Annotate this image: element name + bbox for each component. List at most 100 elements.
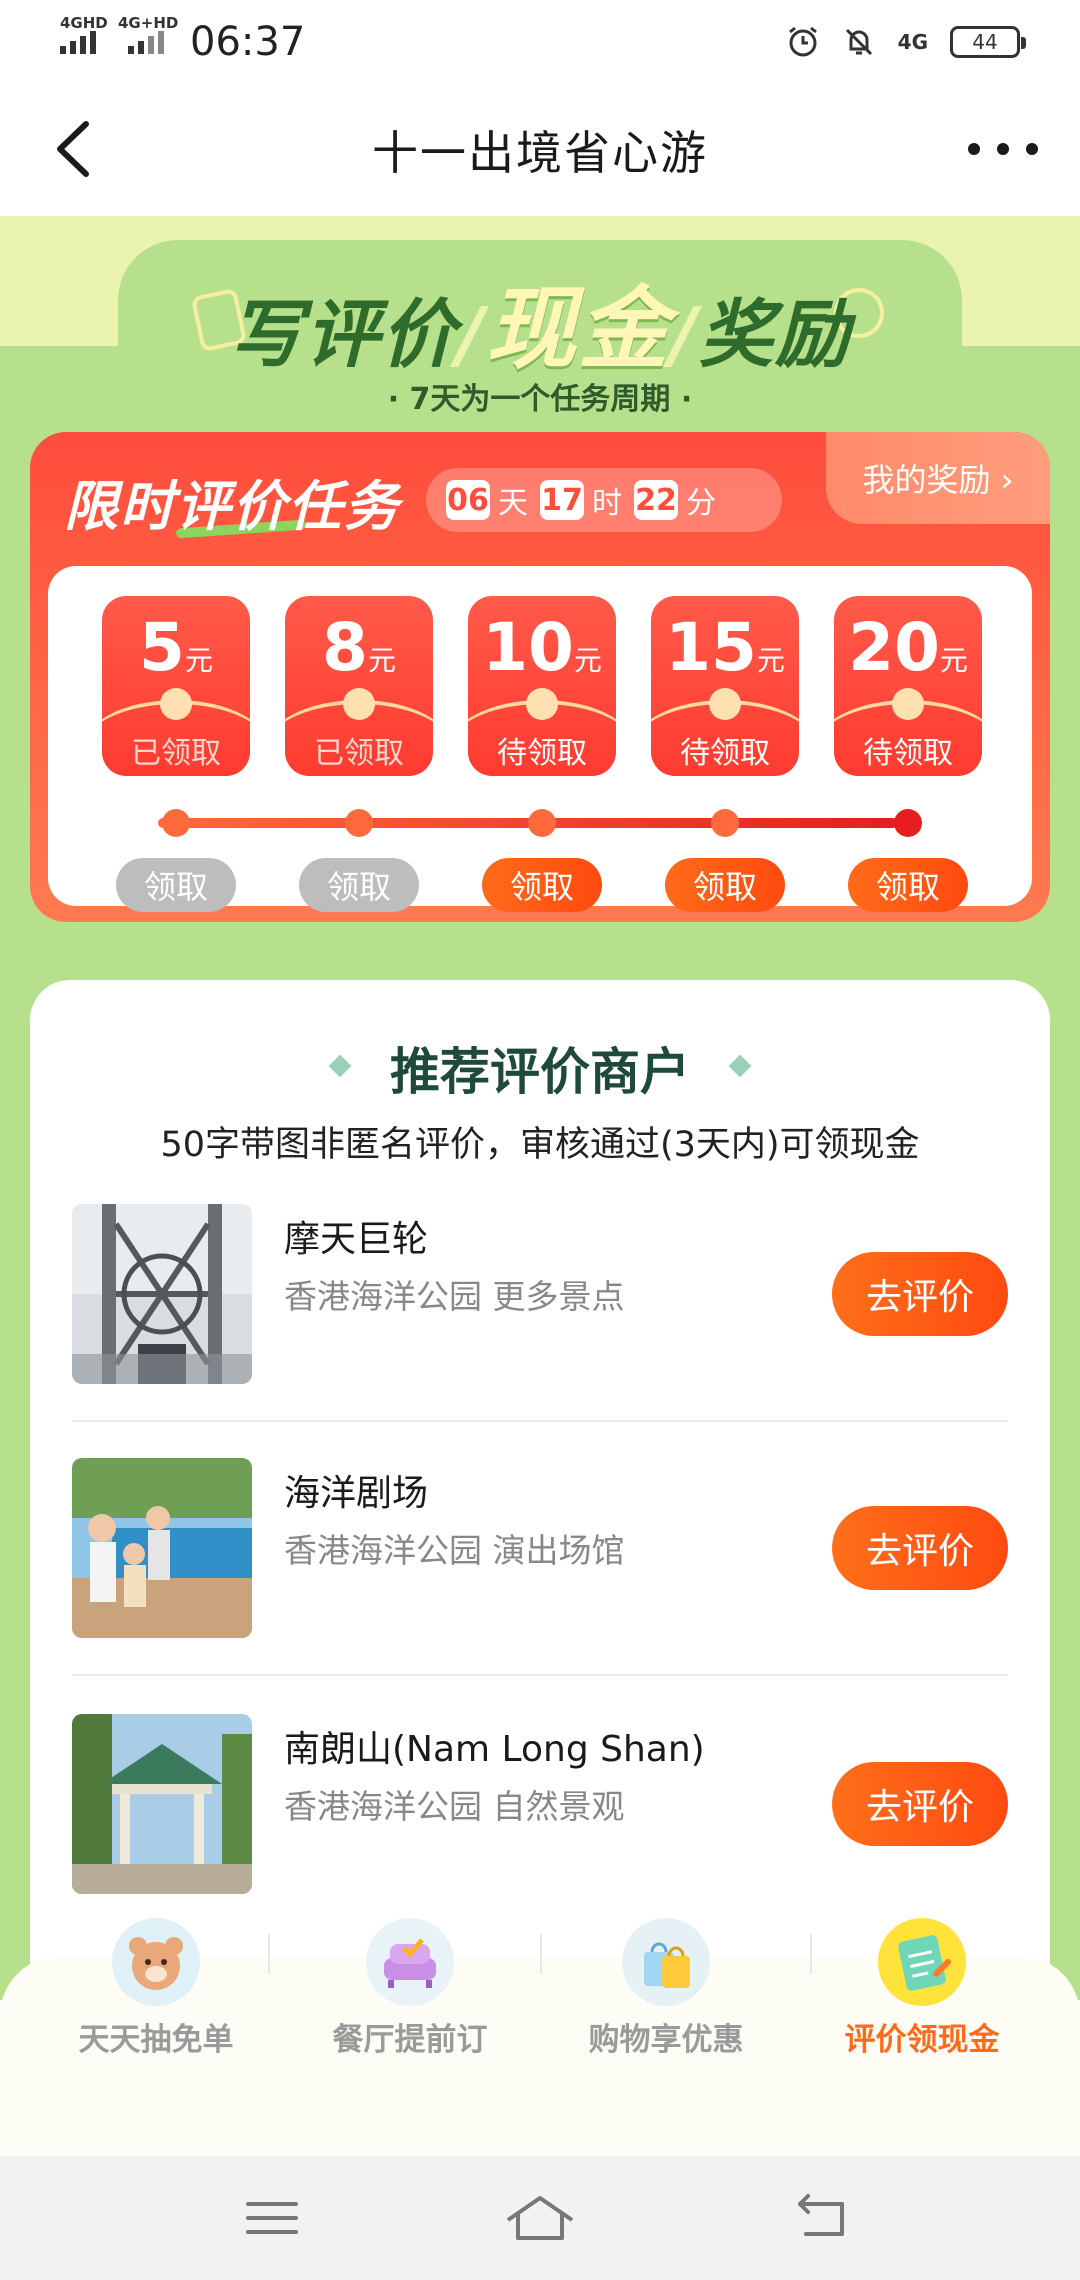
progress-node <box>345 809 373 837</box>
countdown-unit: 时 <box>592 486 622 521</box>
reward-tiers: 5元 已领取 8元 已领取 10元 待领取 15元 待领取 20元 待领取 领取… <box>48 566 1032 912</box>
signal-bars-icon <box>60 30 96 54</box>
coupon-unit: 元 <box>939 644 968 677</box>
system-navigation-bar <box>0 2156 1080 2280</box>
divider <box>72 1420 1008 1422</box>
tab-review-cash[interactable]: 评价领现金 <box>794 1918 1050 2156</box>
signal-label: 4G+HD <box>118 14 179 32</box>
go-review-button[interactable]: 去评价 <box>832 1762 1008 1846</box>
recommended-merchants-card: 推荐评价商户 50字带图非匿名评价，审核通过(3天内)可领现金 摩天巨轮 香港海… <box>30 980 1050 2080</box>
shopping-bag-icon <box>622 1918 710 2006</box>
merchant-name: 摩天巨轮 <box>284 1219 429 1260</box>
coupon-status: 待领取 <box>863 736 953 771</box>
merchant-item[interactable]: 摩天巨轮 香港海洋公园 更多景点 去评价 <box>72 1204 1008 1384</box>
battery-icon: 44 <box>950 26 1026 58</box>
dot-icon <box>997 143 1009 155</box>
banner-slash: / <box>456 292 486 378</box>
section-subtitle: 50字带图非匿名评价，审核通过(3天内)可领现金 <box>160 1125 920 1165</box>
merchant-thumbnail <box>72 1458 252 1638</box>
tab-label: 评价领现金 <box>844 2022 1000 2058</box>
back-arrow-icon <box>798 2194 844 2236</box>
merchant-item[interactable]: 海洋剧场 香港海洋公园 演出场馆 去评价 <box>72 1458 1008 1638</box>
page-title: 十一出境省心游 <box>372 126 708 180</box>
merchant-thumbnail <box>72 1714 252 1894</box>
menu-button[interactable] <box>242 2190 302 2246</box>
countdown-unit: 分 <box>686 486 716 521</box>
tab-restaurant-booking[interactable]: 餐厅提前订 <box>282 1918 538 2156</box>
battery-level: 44 <box>972 30 998 54</box>
coupon-unit: 元 <box>756 644 785 677</box>
bear-icon <box>112 1918 200 2006</box>
coupon-amount: 20 <box>848 609 940 686</box>
progress-node <box>711 809 739 837</box>
countdown-unit: 天 <box>498 486 528 521</box>
ferris-wheel-image <box>72 1204 252 1384</box>
go-review-button[interactable]: 去评价 <box>832 1252 1008 1336</box>
reward-coupon: 20元 待领取 <box>834 596 982 776</box>
tab-shopping-deals[interactable]: 购物享优惠 <box>538 1918 794 2156</box>
coupon-status: 已领取 <box>131 736 221 771</box>
countdown-timer: 06 天 17 时 22 分 <box>426 468 782 532</box>
signal-label: 4GHD <box>60 14 108 32</box>
merchant-meta: 香港海洋公园 自然景观 <box>284 1787 625 1826</box>
reward-coupon: 15元 待领取 <box>651 596 799 776</box>
merchant-thumbnail <box>72 1204 252 1384</box>
coupon-status: 待领取 <box>680 736 770 771</box>
countdown-minutes: 22 <box>634 480 678 520</box>
reward-coupon: 10元 待领取 <box>468 596 616 776</box>
my-reward-link[interactable]: 我的奖励 › <box>826 432 1050 524</box>
back-system-button[interactable] <box>792 2190 852 2246</box>
merchant-name: 南朗山(Nam Long Shan) <box>284 1729 705 1770</box>
merchant-meta: 香港海洋公园 演出场馆 <box>284 1531 625 1570</box>
chevron-left-icon <box>57 121 89 177</box>
dot-icon <box>1026 143 1038 155</box>
reward-coupon: 5元 已领取 <box>102 596 250 776</box>
claim-button[interactable]: 领取 <box>299 858 419 912</box>
coupon-unit: 元 <box>184 644 213 677</box>
network-type: 4G <box>897 30 928 54</box>
limited-task-card: 限时评价任务 06 天 17 时 22 分 我的奖励 › 5元 已领取 8元 已… <box>30 432 1050 922</box>
progress-node <box>162 809 190 837</box>
reward-coupon: 8元 已领取 <box>285 596 433 776</box>
countdown-days: 06 <box>446 480 490 520</box>
sofa-icon <box>366 1918 454 2006</box>
banner-title-part: 写评价 <box>228 292 457 378</box>
task-title: 限时评价任务 <box>64 475 400 538</box>
coupon-amount: 10 <box>482 609 574 686</box>
pavilion-image <box>72 1714 252 1894</box>
home-button[interactable] <box>500 2190 580 2246</box>
back-button[interactable] <box>44 114 114 184</box>
signal-indicator-2: 4G+HD <box>118 14 178 54</box>
clock: 06:37 <box>190 19 306 65</box>
banner-title-highlight: 现金 <box>486 277 670 382</box>
tab-daily-lottery[interactable]: 天天抽免单 <box>28 1918 284 2156</box>
coupon-unit: 元 <box>573 644 602 677</box>
alarm-icon <box>786 25 820 59</box>
ocean-theatre-image <box>72 1458 252 1638</box>
banner-slash: / <box>670 292 700 378</box>
mute-bell-icon <box>842 25 876 59</box>
tab-label: 餐厅提前订 <box>332 2022 488 2058</box>
status-bar: 4GHD 4G+HD 06:37 4G 44 <box>0 0 1080 84</box>
nav-bar: 十一出境省心游 <box>0 84 1080 216</box>
coupon-amount: 5 <box>139 609 185 686</box>
coupon-unit: 元 <box>367 644 396 677</box>
tab-label: 天天抽免单 <box>78 2022 234 2058</box>
coupon-status: 待领取 <box>497 736 587 771</box>
more-options-button[interactable] <box>968 124 1038 174</box>
progress-node <box>894 809 922 837</box>
claim-button[interactable]: 领取 <box>665 858 785 912</box>
coupon-amount: 15 <box>665 609 757 686</box>
tab-label: 购物享优惠 <box>588 2022 744 2058</box>
claim-button[interactable]: 领取 <box>848 858 968 912</box>
coupon-status: 已领取 <box>314 736 404 771</box>
signal-bars-icon <box>128 30 164 54</box>
claim-button[interactable]: 领取 <box>482 858 602 912</box>
banner-title: 写评价/现金/奖励 <box>0 256 1080 386</box>
banner-title-part: 奖励 <box>699 292 852 378</box>
notepad-icon <box>878 1918 966 2006</box>
claim-button[interactable]: 领取 <box>116 858 236 912</box>
bottom-tab-bar: 天天抽免单 餐厅提前订 购物享优惠 评价领现金 <box>0 1918 1080 2156</box>
merchant-item[interactable]: 南朗山(Nam Long Shan) 香港海洋公园 自然景观 去评价 <box>72 1714 1008 1894</box>
go-review-button[interactable]: 去评价 <box>832 1506 1008 1590</box>
